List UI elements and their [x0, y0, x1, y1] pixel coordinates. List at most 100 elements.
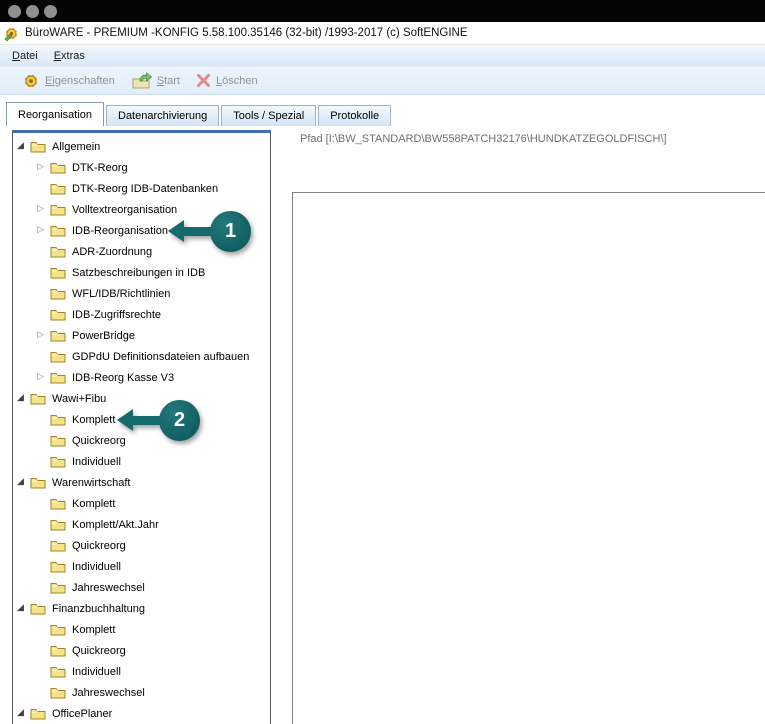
tab[interactable]: Datenarchivierung — [106, 105, 219, 126]
menu-item[interactable]: Extras — [46, 47, 93, 65]
menu-item-mnemonic: E — [54, 50, 61, 62]
annotation-arrow-icon — [168, 220, 184, 242]
application-window: BüroWARE - PREMIUM -KONFIG 5.58.100.3514… — [0, 0, 765, 724]
maximize-button[interactable] — [44, 5, 57, 18]
log-line — [297, 261, 765, 274]
menu-item[interactable]: Datei — [4, 47, 46, 65]
tab[interactable]: Tools / Spezial — [221, 105, 316, 126]
menu-item-label: xtras — [61, 50, 85, 62]
tree-item[interactable]: Warenwirtschaft — [13, 472, 270, 493]
log-panel[interactable] — [292, 192, 765, 724]
tree-item[interactable]: DTK-Reorg IDB-Datenbanken — [13, 178, 270, 199]
tree-item[interactable]: Komplett — [13, 493, 270, 514]
tree-item[interactable]: Individuell — [13, 661, 270, 682]
tree-item[interactable]: Jahreswechsel — [13, 577, 270, 598]
log-line — [297, 469, 765, 482]
tree-expander-icon[interactable] — [16, 478, 30, 487]
folder-icon — [50, 203, 66, 216]
tree-expander-icon[interactable] — [36, 331, 50, 340]
tree-item[interactable]: Individuell — [13, 451, 270, 472]
tree-item-label: IDB-Zugriffsrechte — [72, 309, 161, 321]
folder-icon — [50, 686, 66, 699]
log-line — [297, 521, 765, 534]
folder-icon — [50, 224, 66, 237]
tab[interactable]: Protokolle — [318, 105, 391, 126]
tree-item[interactable]: DTK-Reorg — [13, 157, 270, 178]
annotation-arrow-icon — [117, 409, 133, 431]
tree-expander-icon[interactable] — [16, 709, 30, 718]
log-line — [297, 378, 765, 391]
app-icon — [3, 25, 20, 42]
log-line — [297, 690, 765, 703]
tree-item[interactable]: Jahreswechsel — [13, 682, 270, 703]
log-line — [297, 586, 765, 599]
tree-expander-icon[interactable] — [16, 604, 30, 613]
tree-item[interactable]: IDB-Zugriffsrechte — [13, 304, 270, 325]
tree-item-label: Komplett/Akt.Jahr — [72, 519, 159, 531]
tree-item[interactable]: PowerBridge — [13, 325, 270, 346]
tree-item[interactable]: Satzbeschreibungen in IDB — [13, 262, 270, 283]
log-line — [297, 196, 765, 209]
folder-icon — [50, 497, 66, 510]
log-line — [297, 300, 765, 313]
tree-item-label: WFL/IDB/Richtlinien — [72, 288, 170, 300]
tree-item[interactable]: GDPdU Definitionsdateien aufbauen — [13, 346, 270, 367]
tree-expander-icon[interactable] — [16, 394, 30, 403]
log-line — [297, 248, 765, 261]
delete-button[interactable]: Löschen — [196, 73, 258, 88]
tree-expander-icon[interactable] — [36, 163, 50, 172]
tree-item-label: IDB-Reorganisation — [72, 225, 168, 237]
tab-label: Protokolle — [330, 110, 379, 122]
log-line — [297, 417, 765, 430]
log-line — [297, 482, 765, 495]
start-folder-icon — [131, 72, 152, 89]
log-line — [297, 599, 765, 612]
tree-item[interactable]: Quickreorg — [13, 535, 270, 556]
folder-icon — [50, 287, 66, 300]
log-line — [297, 222, 765, 235]
log-line — [297, 495, 765, 508]
tab[interactable]: Reorganisation — [6, 102, 104, 126]
start-button[interactable]: Start — [131, 72, 180, 89]
tree-item-label: Individuell — [72, 666, 121, 678]
log-line — [297, 313, 765, 326]
tree-item[interactable]: WFL/IDB/Richtlinien — [13, 283, 270, 304]
tab-label: Reorganisation — [18, 109, 92, 121]
log-line — [297, 612, 765, 625]
tree-item-label: Warenwirtschaft — [52, 477, 130, 489]
properties-button[interactable]: Eigenschaften — [22, 72, 115, 90]
tree-item-label: Komplett — [72, 624, 115, 636]
tree-expander-icon[interactable] — [36, 373, 50, 382]
tree-item[interactable]: Allgemein — [13, 136, 270, 157]
window-title: BüroWARE - PREMIUM -KONFIG 5.58.100.3514… — [25, 27, 468, 39]
close-button[interactable] — [8, 5, 21, 18]
tree-item[interactable]: IDB-Reorg Kasse V3 — [13, 367, 270, 388]
log-line — [297, 430, 765, 443]
annotation-number-badge: 1 — [210, 211, 251, 252]
tree-item-label: Individuell — [72, 456, 121, 468]
toolbar: Eigenschaften Start Löschen — [0, 67, 765, 95]
tree-item-label: DTK-Reorg IDB-Datenbanken — [72, 183, 218, 195]
tree-expander-icon[interactable] — [36, 205, 50, 214]
log-line — [297, 534, 765, 547]
tree-item-label: Komplett — [72, 498, 115, 510]
tree-item-label: Quickreorg — [72, 645, 126, 657]
folder-icon — [50, 413, 66, 426]
tree-item[interactable]: Quickreorg — [13, 640, 270, 661]
start-button-label: Start — [157, 75, 180, 87]
tree-item[interactable]: Individuell — [13, 556, 270, 577]
tree-expander-icon[interactable] — [16, 142, 30, 151]
tree-item[interactable]: Finanzbuchhaltung — [13, 598, 270, 619]
tree-expander-icon[interactable] — [36, 226, 50, 235]
tree-item[interactable]: Komplett — [13, 619, 270, 640]
folder-icon — [50, 371, 66, 384]
log-line — [297, 625, 765, 638]
minimize-button[interactable] — [26, 5, 39, 18]
folder-icon — [30, 707, 46, 720]
tree-item[interactable]: OfficePlaner — [13, 703, 270, 724]
tree-item-label: Volltextreorganisation — [72, 204, 177, 216]
tree-item[interactable]: Komplett/Akt.Jahr — [13, 514, 270, 535]
log-line — [297, 209, 765, 222]
log-line — [297, 339, 765, 352]
log-line — [297, 365, 765, 378]
